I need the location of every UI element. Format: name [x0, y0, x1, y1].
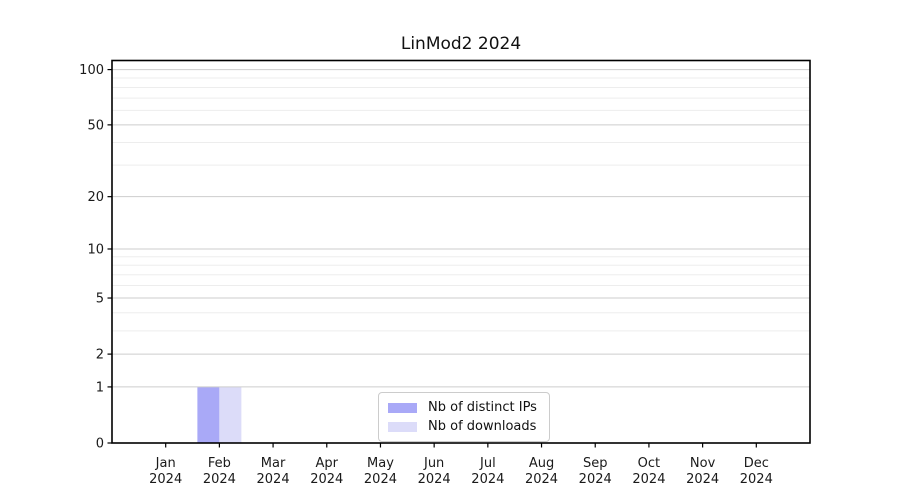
x-tick-label-year: 2024: [740, 472, 773, 487]
chart-legend: Nb of distinct IPs Nb of downloads: [378, 392, 550, 442]
bar-feb-series0: [197, 386, 220, 443]
x-tick-label-year: 2024: [364, 472, 397, 487]
x-tick-label-year: 2024: [632, 472, 665, 487]
plot-border: [111, 59, 811, 444]
y-tick-label: 50: [87, 118, 104, 133]
x-tick-label-month: Sep: [583, 456, 608, 471]
x-tick-label-year: 2024: [310, 472, 343, 487]
x-tick-label-month: Jan: [155, 456, 176, 471]
x-tick-label-month: Mar: [261, 456, 286, 471]
x-tick-label-month: Apr: [316, 456, 339, 471]
x-tick-label-year: 2024: [418, 472, 451, 487]
x-tick-label-year: 2024: [203, 472, 236, 487]
bar-feb-series1: [219, 386, 242, 443]
legend-label: Nb of distinct IPs: [428, 400, 537, 415]
legend-label: Nb of downloads: [428, 419, 537, 434]
legend-item: Nb of distinct IPs: [388, 398, 537, 417]
y-tick-label: 20: [87, 190, 104, 205]
y-tick-label: 10: [87, 242, 104, 257]
x-tick-label-year: 2024: [686, 472, 719, 487]
y-tick-label: 100: [79, 63, 104, 78]
y-tick-label: 5: [96, 292, 104, 307]
x-tick-label-month: Jun: [423, 456, 444, 471]
figure: 0 1 2 5 10 20 50 100 Jan 2024 Feb 2024 Mar 2024 Apr 202…: [0, 0, 900, 500]
x-tick-label-month: Oct: [638, 456, 660, 471]
legend-swatch-downloads: [388, 421, 417, 432]
x-tick-label-month: Jul: [479, 456, 496, 471]
x-tick-label-month: Aug: [529, 456, 554, 471]
x-tick-label-year: 2024: [471, 472, 504, 487]
legend-item: Nb of downloads: [388, 417, 537, 436]
legend-swatch-distinct-ips: [388, 402, 417, 413]
x-tick-label-year: 2024: [579, 472, 612, 487]
x-tick-label-year: 2024: [257, 472, 290, 487]
y-tick-label: 0: [96, 437, 104, 452]
x-tick-label-month: Feb: [208, 456, 231, 471]
x-tick-label-month: Nov: [690, 456, 716, 471]
chart-title: LinMod2 2024: [400, 34, 522, 54]
y-tick-label: 2: [96, 348, 104, 363]
x-tick-label-year: 2024: [525, 472, 558, 487]
x-tick-label-month: May: [367, 456, 394, 471]
y-tick-label: 1: [96, 380, 104, 395]
x-tick-label-month: Dec: [744, 456, 769, 471]
x-tick-label-year: 2024: [149, 472, 182, 487]
